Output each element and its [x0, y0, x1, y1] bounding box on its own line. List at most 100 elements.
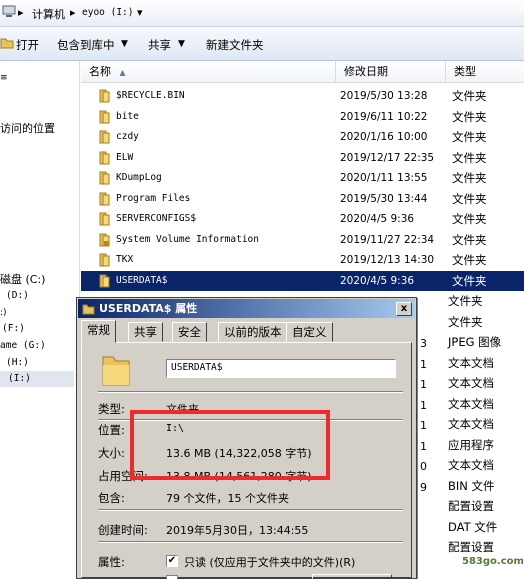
navigation-pane[interactable]: ≡ 访问的位置 磁盘 (C:) (D:) :) (F:) ame (G:) (H… — [0, 61, 80, 579]
file-date: 2019/11/27 22:34 — [340, 233, 435, 246]
file-name: TKX — [116, 254, 134, 265]
column-header: 名称 ▲ 修改日期 类型 — [81, 61, 524, 83]
file-type: 文件夹 — [448, 294, 483, 308]
tab-security[interactable]: 安全 — [172, 322, 207, 342]
size-label: 大小: — [98, 446, 125, 460]
file-type: 文本文档 — [448, 376, 494, 390]
folder-name-field[interactable]: USERDATA$ — [166, 359, 396, 378]
folder-icon — [99, 171, 111, 185]
file-type: BIN 文件 — [448, 478, 495, 493]
file-date-fragment: 1 — [420, 357, 427, 371]
column-name[interactable]: 名称 ▲ — [81, 61, 336, 83]
file-name: ELW — [116, 151, 134, 163]
chevron-down-icon[interactable]: ▾ — [137, 6, 143, 19]
nav-item-drive-i-selected[interactable]: (I:) — [0, 371, 74, 387]
table-row[interactable]: TKX 2019/12/13 14:30 文件夹 — [81, 250, 524, 270]
file-date-fragment: 1 — [420, 398, 427, 412]
address-bar[interactable]: ▸ 计算机 ▸ eyoo (I:) ▾ — [0, 0, 524, 27]
nav-item-drive-f[interactable]: (F:) — [2, 323, 25, 334]
divider — [98, 509, 403, 511]
table-row[interactable]: ELW 2019/12/17 22:35 文件夹 — [81, 148, 524, 168]
folder-icon — [99, 212, 111, 226]
tab-customize[interactable]: 自定义 — [286, 322, 333, 342]
nav-item-recent[interactable]: 访问的位置 — [0, 120, 55, 136]
computer-icon — [2, 5, 16, 20]
folder-icon — [99, 130, 111, 144]
folder-icon — [99, 253, 111, 267]
attributes-label: 属性: — [98, 555, 125, 569]
file-name: czdy — [116, 131, 139, 142]
file-date: 2019/12/13 14:30 — [340, 254, 435, 266]
nav-item-drive-i: (I:) — [8, 373, 31, 384]
large-folder-icon — [100, 353, 132, 390]
file-type: 文件夹 — [452, 150, 487, 165]
folder-icon — [99, 151, 111, 165]
file-type: 文件夹 — [452, 253, 487, 267]
file-type: 文件夹 — [452, 109, 487, 124]
file-date-fragment: 3 — [420, 337, 427, 350]
file-date-fragment: 1 — [420, 419, 427, 432]
created-label: 创建时间: — [98, 523, 148, 537]
nav-item-drive-g[interactable]: ame (G:) — [0, 340, 46, 351]
nav-item-drive-h[interactable]: (H:) — [6, 357, 29, 368]
file-name: SERVERCONFIGS$ — [116, 213, 197, 224]
folder-icon — [99, 89, 111, 103]
column-name-label: 名称 — [89, 65, 111, 78]
file-type: 文件夹 — [452, 171, 487, 185]
nav-fragment: :) — [0, 308, 7, 318]
file-name: USERDATA$ — [116, 274, 168, 286]
breadcrumb-drive[interactable]: eyoo (I:) — [82, 7, 133, 18]
nav-item-drive-c[interactable]: 磁盘 (C:) — [0, 271, 45, 287]
file-name: Program Files — [116, 192, 191, 204]
file-date: 2019/5/30 13:28 — [340, 90, 428, 102]
open-button[interactable]: 打开 — [16, 37, 39, 53]
file-date: 2020/4/5 9:36 — [340, 213, 415, 225]
tab-general[interactable]: 常规 — [81, 320, 116, 343]
table-row[interactable]: $RECYCLE.BIN 2019/5/30 13:28 文件夹 — [81, 86, 524, 106]
table-row[interactable]: KDumpLog 2020/1/11 13:55 文件夹 — [81, 168, 524, 188]
table-row[interactable]: bite 2019/6/11 10:22 文件夹 — [81, 107, 524, 127]
chevron-right-icon[interactable]: ▸ — [70, 6, 76, 19]
file-type: 文件夹 — [448, 314, 483, 329]
file-name: System Volume Information — [116, 233, 259, 245]
type-label: 类型: — [98, 402, 125, 416]
share-button[interactable]: 共享 — [148, 37, 171, 53]
nav-item-drive-d[interactable]: (D:) — [6, 290, 29, 301]
breadcrumb-computer[interactable]: 计算机 — [32, 6, 65, 22]
advanced-button[interactable] — [312, 574, 392, 579]
file-type: 文本文档 — [448, 355, 494, 370]
dialog-title-bar[interactable]: USERDATA$ 属性 x — [78, 299, 415, 318]
table-row[interactable]: Program Files 2019/5/30 13:44 文件夹 — [81, 189, 524, 209]
tab-previous-versions[interactable]: 以前的版本 — [218, 322, 288, 342]
file-date: 2020/4/5 9:36 — [340, 274, 415, 287]
column-date-label: 修改日期 — [344, 65, 388, 78]
created-value: 2019年5月30日，13:44:55 — [166, 524, 309, 537]
new-folder-button[interactable]: 新建文件夹 — [206, 37, 264, 53]
column-date[interactable]: 修改日期 — [336, 61, 446, 83]
chevron-down-icon[interactable]: ▼ — [178, 39, 185, 49]
table-row[interactable]: SERVERCONFIGS$ 2020/4/5 9:36 文件夹 — [81, 209, 524, 229]
chevron-right-icon[interactable]: ▸ — [18, 6, 24, 19]
file-type: DAT 文件 — [448, 519, 498, 534]
file-type: 应用程序 — [448, 437, 494, 452]
file-type: 文件夹 — [452, 89, 487, 103]
tab-sharing[interactable]: 共享 — [128, 322, 163, 342]
column-type[interactable]: 类型 — [446, 61, 524, 83]
file-date: 2019/6/11 10:22 — [340, 110, 428, 123]
table-row[interactable]: USERDATA$ 2020/4/5 9:36 文件夹 — [81, 270, 524, 291]
chevron-down-icon[interactable]: ▼ — [121, 39, 128, 49]
include-in-library-button[interactable]: 包含到库中 — [57, 37, 115, 53]
file-date-fragment: 1 — [420, 378, 427, 391]
folder-icon — [99, 192, 111, 206]
file-type: 文件夹 — [452, 212, 487, 226]
table-row[interactable]: czdy 2020/1/16 10:00 文件夹 — [81, 127, 524, 147]
close-button[interactable]: x — [396, 302, 412, 316]
hidden-checkbox[interactable] — [166, 575, 178, 579]
readonly-checkbox[interactable]: ✔ — [166, 555, 178, 567]
file-date-fragment: 1 — [420, 439, 427, 453]
table-row[interactable]: System Volume Information 2019/11/27 22:3… — [81, 230, 524, 250]
file-name: KDumpLog — [116, 172, 162, 183]
file-date-fragment: 9 — [420, 480, 427, 494]
watermark: 583go.com — [462, 556, 524, 567]
folder-icon — [82, 302, 95, 321]
